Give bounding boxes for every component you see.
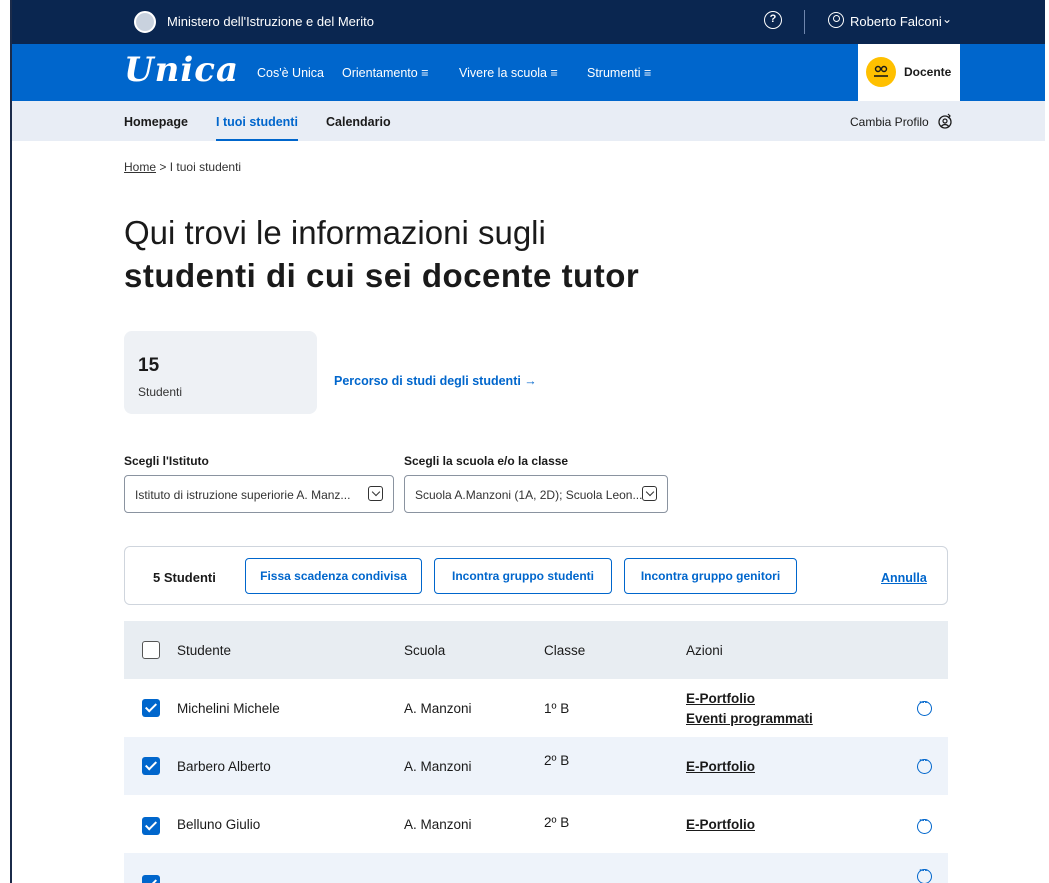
nav-strumenti[interactable]: Strumenti ≡ <box>587 66 651 80</box>
incontra-genitori-button[interactable]: Incontra gruppo genitori <box>624 558 797 594</box>
row-checkbox[interactable] <box>142 817 160 835</box>
student-name: Michelini Michele <box>177 701 280 716</box>
chevron-down-icon <box>642 486 657 501</box>
ministry-topbar: Ministero dell'Istruzione e del Merito ?… <box>12 0 1045 44</box>
chevron-down-icon[interactable]: ⌄ <box>942 12 952 26</box>
browser-frame: Ministero dell'Istruzione e del Merito ?… <box>10 0 1045 883</box>
cambia-profilo-link[interactable]: Cambia Profilo <box>850 115 929 129</box>
teacher-icon <box>866 57 896 87</box>
breadcrumb-home[interactable]: Home <box>124 160 156 174</box>
more-options-icon[interactable] <box>917 697 932 716</box>
row-checkbox[interactable] <box>142 757 160 775</box>
table-row: Michelini Michele A. Manzoni 1º B E-Port… <box>124 679 948 737</box>
row-checkbox[interactable] <box>142 699 160 717</box>
user-circle-icon <box>828 12 844 28</box>
header-classe: Classe <box>544 643 586 658</box>
students-count-card: 15 Studenti <box>124 331 317 414</box>
eventi-programmati-link[interactable]: Eventi programmati <box>686 711 813 726</box>
tab-homepage[interactable]: Homepage <box>124 115 188 129</box>
istituto-label: Scegli l'Istituto <box>124 454 209 468</box>
scuola-label: Scegli la scuola e/o la classe <box>404 454 569 468</box>
breadcrumb-separator: > <box>159 160 167 174</box>
ministry-emblem-icon <box>134 11 156 33</box>
student-school: A. Manzoni <box>404 759 472 774</box>
tab-i-tuoi-studenti[interactable]: I tuoi studenti <box>216 115 298 141</box>
e-portfolio-link[interactable]: E-Portfolio <box>686 759 755 774</box>
question-circle-icon[interactable]: ? <box>764 11 782 29</box>
student-school: A. Manzoni <box>404 817 472 832</box>
selected-count: 5 Studenti <box>153 570 216 585</box>
more-options-icon[interactable] <box>917 865 932 883</box>
student-name: Barbero Alberto <box>177 759 271 774</box>
ministry-name[interactable]: Ministero dell'Istruzione e del Merito <box>167 14 374 29</box>
user-menu-name[interactable]: Roberto Falconi <box>850 14 942 29</box>
e-portfolio-link[interactable]: E-Portfolio <box>686 691 755 706</box>
select-all-checkbox[interactable] <box>142 641 160 659</box>
students-count: 15 <box>138 355 160 376</box>
main-navigation: Unica Cos'è Unica Orientamento ≡ Vivere … <box>12 44 1045 101</box>
nav-orientamento[interactable]: Orientamento ≡ <box>342 66 429 80</box>
profile-label: Docente <box>904 65 952 79</box>
percorso-studi-link[interactable]: Percorso di studi degli studenti → <box>334 374 537 388</box>
scuola-value: Scuola A.Manzoni (1A, 2D); Scuola Leon..… <box>415 488 643 502</box>
istituto-value: Istituto di istruzione superiorie A. Man… <box>135 488 351 502</box>
tab-calendario[interactable]: Calendario <box>326 115 391 129</box>
annulla-link[interactable]: Annulla <box>881 571 927 585</box>
unica-logo[interactable]: Unica <box>124 50 239 90</box>
profile-docente-button[interactable]: Docente <box>858 44 960 101</box>
sub-navigation: Homepage I tuoi studenti Calendario Camb… <box>12 101 1045 141</box>
student-class: 1º B <box>544 701 570 716</box>
header-scuola: Scuola <box>404 643 446 658</box>
header-azioni: Azioni <box>686 643 723 658</box>
table-row: Barbero Alberto A. Manzoni 2º B E-Portfo… <box>124 737 948 795</box>
more-options-icon[interactable] <box>917 815 932 834</box>
table-row <box>124 853 948 883</box>
students-count-label: Studenti <box>138 385 183 399</box>
bulk-action-bar: 5 Studenti Fissa scadenza condivisa Inco… <box>124 546 948 605</box>
table-header: Studente Scuola Classe Azioni <box>124 621 948 679</box>
more-options-icon[interactable] <box>917 755 932 774</box>
istituto-select[interactable]: Istituto di istruzione superiorie A. Man… <box>124 475 394 513</box>
nav-cose-unica[interactable]: Cos'è Unica <box>257 66 324 80</box>
breadcrumb-current: I tuoi studenti <box>169 160 242 174</box>
header-studente: Studente <box>177 643 232 658</box>
switch-profile-icon[interactable] <box>936 112 954 130</box>
breadcrumb: Home > I tuoi studenti <box>124 160 241 174</box>
student-name: Belluno Giulio <box>177 817 261 832</box>
nav-vivere-la-scuola[interactable]: Vivere la scuola ≡ <box>459 66 558 80</box>
table-row: Belluno Giulio A. Manzoni 2º B E-Portfol… <box>124 795 948 853</box>
incontra-studenti-button[interactable]: Incontra gruppo studenti <box>434 558 612 594</box>
divider <box>804 10 805 34</box>
page-title-line1: Qui trovi le informazioni sugli <box>124 214 546 251</box>
scuola-select[interactable]: Scuola A.Manzoni (1A, 2D); Scuola Leon..… <box>404 475 668 513</box>
page-title-line2: studenti di cui sei docente tutor <box>124 257 640 294</box>
student-class: 2º B <box>544 753 570 768</box>
chevron-down-icon <box>368 486 383 501</box>
fissa-scadenza-button[interactable]: Fissa scadenza condivisa <box>245 558 422 594</box>
student-class: 2º B <box>544 815 570 830</box>
student-school: A. Manzoni <box>404 701 472 716</box>
row-checkbox[interactable] <box>142 875 160 883</box>
e-portfolio-link[interactable]: E-Portfolio <box>686 817 755 832</box>
